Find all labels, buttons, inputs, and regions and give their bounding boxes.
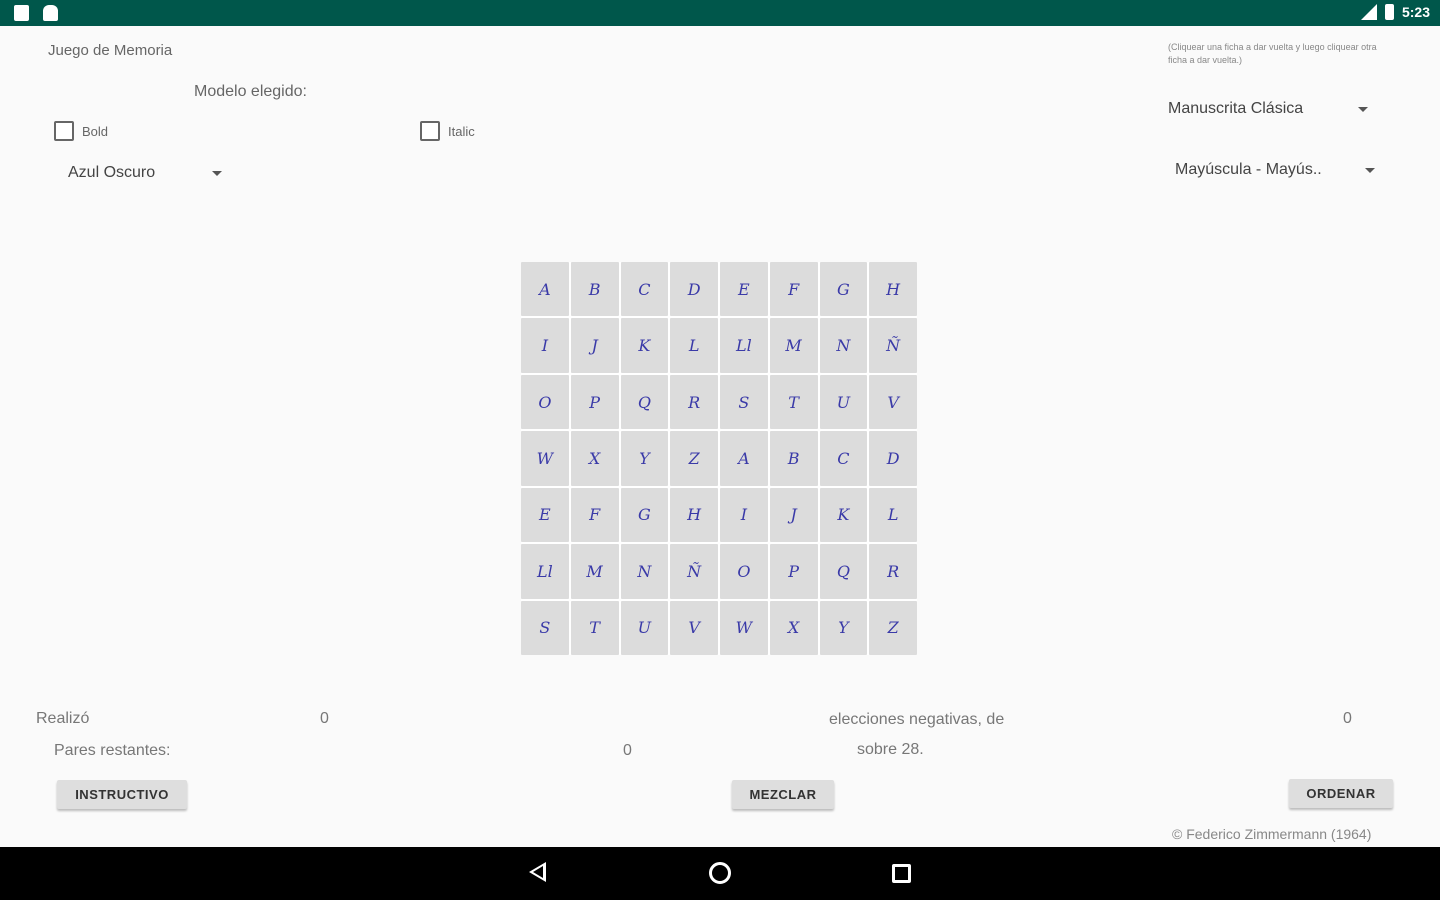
memory-tile[interactable]: V [869, 374, 917, 430]
memory-tile[interactable]: O [521, 374, 569, 430]
memory-tile[interactable]: H [670, 487, 718, 543]
memory-tile[interactable]: Y [819, 600, 868, 655]
instructions-button[interactable]: INSTRUCTIVO [57, 780, 187, 809]
memory-tile[interactable]: D [869, 431, 917, 486]
memory-tile[interactable]: Q [819, 544, 868, 599]
dropdown-caret-icon [1365, 167, 1375, 173]
color-dropdown[interactable]: Azul Oscuro [68, 164, 222, 182]
memory-tile[interactable]: F [769, 262, 818, 317]
memory-tile[interactable]: J [769, 487, 818, 543]
memory-tile[interactable]: Q [620, 374, 669, 430]
memory-tile[interactable]: I [521, 318, 569, 373]
memory-tile[interactable]: X [769, 600, 818, 655]
remaining-pairs-label: Pares restantes: [54, 742, 171, 759]
memory-tile[interactable]: T [769, 374, 818, 430]
memory-tile[interactable]: Z [670, 431, 718, 486]
negative-choices-value: 0 [1343, 710, 1352, 727]
memory-tile[interactable]: A [521, 262, 569, 317]
dropdown-caret-icon [212, 170, 222, 176]
memory-board: A B C D E F G H I J K L Ll M N Ñ O P Q R S T U V W X Y Z A B C D E F G H I J K… [521, 262, 917, 655]
bold-checkbox[interactable]: Bold [54, 121, 108, 141]
dropdown-caret-icon [1358, 106, 1368, 112]
memory-tile[interactable]: K [620, 318, 669, 373]
memory-tile[interactable]: R [869, 544, 917, 599]
app-title: Juego de Memoria [48, 42, 173, 59]
memory-tile[interactable]: G [620, 487, 669, 543]
memory-tile[interactable]: B [769, 431, 818, 486]
memory-tile[interactable]: V [670, 600, 718, 655]
remaining-pairs-value: 0 [623, 742, 632, 759]
italic-checkbox-box[interactable] [420, 121, 440, 141]
memory-tile[interactable]: N [819, 318, 868, 373]
memory-tile[interactable]: C [819, 431, 868, 486]
instructions-hint: (Cliquear una ficha a dar vuelta y luego… [1168, 42, 1377, 65]
memory-tile[interactable]: U [620, 600, 669, 655]
memory-tile[interactable]: J [570, 318, 619, 373]
memory-tile[interactable]: X [570, 431, 619, 486]
memory-tile[interactable]: E [521, 487, 569, 543]
home-icon[interactable] [709, 862, 731, 884]
memory-tile[interactable]: L [670, 318, 718, 373]
memory-tile[interactable]: S [521, 600, 569, 655]
recents-icon[interactable] [892, 864, 911, 883]
negative-choices-label: elecciones negativas, de [829, 711, 1005, 728]
status-left-icons [14, 5, 58, 21]
android-icon [43, 5, 58, 21]
memory-tile[interactable]: L [869, 487, 917, 543]
memory-tile[interactable]: H [869, 262, 917, 317]
memory-tile[interactable]: R [670, 374, 718, 430]
sd-card-icon [14, 5, 29, 21]
memory-tile[interactable]: A [720, 431, 768, 486]
memory-tile[interactable]: U [819, 374, 868, 430]
memory-tile[interactable]: P [570, 374, 619, 430]
case-dropdown[interactable]: Mayúscula - Mayús.. [1175, 161, 1375, 179]
memory-tile[interactable]: W [720, 600, 768, 655]
italic-checkbox[interactable]: Italic [420, 121, 475, 141]
memory-tile[interactable]: G [819, 262, 868, 317]
status-bar: 5:23 [0, 0, 1440, 26]
memory-tile[interactable]: Ll [720, 318, 768, 373]
memory-tile[interactable]: E [720, 262, 768, 317]
memory-tile[interactable]: I [720, 487, 768, 543]
color-dropdown-value: Azul Oscuro [68, 164, 156, 181]
memory-tile[interactable]: Y [620, 431, 669, 486]
memory-tile[interactable]: Ll [521, 544, 569, 599]
status-time: 5:23 [1401, 4, 1430, 20]
font-dropdown[interactable]: Manuscrita Clásica [1168, 100, 1368, 118]
bold-label: Bold [82, 123, 109, 139]
memory-tile[interactable]: C [620, 262, 669, 317]
memory-tile[interactable]: K [819, 487, 868, 543]
memory-tile[interactable]: Ñ [869, 318, 917, 373]
memory-tile[interactable]: Ñ [670, 544, 718, 599]
memory-tile[interactable]: Z [869, 600, 917, 655]
copyright: © Federico Zimmermann (1964) [1172, 826, 1372, 842]
memory-tile[interactable]: D [670, 262, 718, 317]
memory-tile[interactable]: N [620, 544, 669, 599]
memory-tile[interactable]: O [720, 544, 768, 599]
sort-button[interactable]: ORDENAR [1289, 779, 1393, 808]
memory-tile[interactable]: B [570, 262, 619, 317]
back-icon[interactable] [529, 862, 546, 882]
signal-icon [1360, 4, 1377, 20]
status-right: 5:23 [1360, 4, 1430, 20]
model-label: Modelo elegido: [194, 83, 307, 100]
bold-checkbox-box[interactable] [54, 121, 74, 141]
memory-tile[interactable]: M [570, 544, 619, 599]
italic-label: Italic [448, 123, 475, 139]
realizo-value: 0 [320, 710, 329, 727]
memory-tile[interactable]: T [570, 600, 619, 655]
memory-tile[interactable]: F [570, 487, 619, 543]
total-pairs-label: sobre 28. [857, 741, 924, 758]
memory-tile[interactable]: M [769, 318, 818, 373]
battery-icon [1384, 4, 1394, 20]
case-dropdown-value: Mayúscula - Mayús.. [1175, 161, 1322, 178]
memory-tile[interactable]: S [720, 374, 768, 430]
font-dropdown-value: Manuscrita Clásica [1168, 100, 1304, 117]
memory-tile[interactable]: W [521, 431, 569, 486]
memory-tile[interactable]: P [769, 544, 818, 599]
shuffle-button[interactable]: MEZCLAR [732, 780, 834, 809]
realizo-label: Realizó [36, 710, 90, 727]
